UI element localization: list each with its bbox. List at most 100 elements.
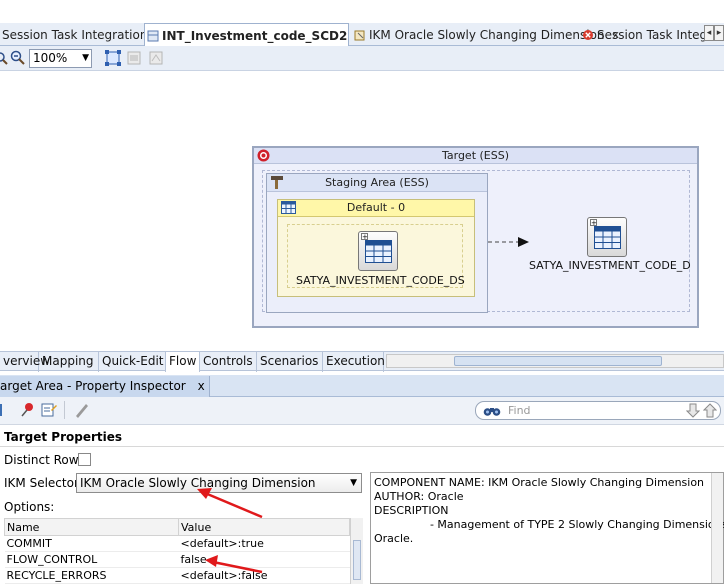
zoom-out-icon[interactable] (10, 50, 26, 69)
target-datastore-node[interactable]: + (587, 217, 627, 257)
ikm-selected-value: IKM Oracle Slowly Changing Dimension (80, 476, 316, 490)
target-title: Target (ESS) (441, 149, 510, 162)
arrange-icon[interactable] (149, 51, 163, 68)
tab-label: IKM Oracle Slowly Changing Dimension (369, 27, 605, 42)
staging-title: Staging Area (ESS) (325, 176, 429, 189)
zoom-in-icon[interactable] (0, 51, 8, 68)
diagram-canvas[interactable]: Target (ESS) Staging Area (ESS) Default … (0, 71, 724, 351)
pin-icon[interactable] (20, 402, 36, 421)
tab-session-task-integration[interactable]: Session Task Integration x (0, 23, 162, 46)
staging-area-header: Staging Area (ESS) (267, 174, 487, 192)
properties-edit-icon[interactable] (41, 402, 57, 421)
chevron-down-icon: ▼ (82, 53, 89, 63)
property-inspector-toolbar: Find (0, 397, 724, 425)
tab-ikm-oracle-scd[interactable]: IKM Oracle Slowly Changing Dimension x (352, 23, 619, 46)
property-inspector-body: Target Properties Distinct Rows: IKM Sel… (0, 425, 724, 584)
description-line: DESCRIPTION (374, 504, 449, 517)
default-dataset-header: Default - 0 (278, 200, 474, 217)
find-next-icon[interactable] (685, 403, 701, 421)
error-icon (582, 29, 594, 41)
datastore-table-icon (594, 226, 621, 249)
options-label: Options: (4, 500, 55, 514)
section-divider (0, 446, 724, 447)
table-header-row: Name Value (4, 518, 350, 536)
option-value[interactable]: <default>:true (178, 535, 350, 552)
tab-session-task-integration-2[interactable]: Session Task Integra (580, 23, 719, 46)
tab-overview[interactable]: verview (0, 352, 50, 372)
tab-execution[interactable]: Execution (323, 352, 385, 372)
odi-designer-window: Session Task Integration x INT_Investmen… (0, 0, 724, 584)
find-previous-icon[interactable] (702, 403, 718, 421)
layout-icon[interactable] (127, 51, 141, 68)
horizontal-scrollbar[interactable] (386, 354, 724, 368)
table-icon (281, 201, 296, 219)
tab-controls[interactable]: Controls (200, 352, 257, 372)
tab-label: Session Task Integration (2, 27, 148, 42)
description-line: AUTHOR: Oracle (374, 490, 464, 503)
tab-mapping[interactable]: Mapping (39, 352, 99, 372)
zoom-level-select[interactable]: 100% ▼ (29, 49, 92, 68)
default-title: Default - 0 (346, 201, 406, 214)
datastore-table-icon (365, 240, 392, 263)
toolbar-separator (64, 401, 65, 419)
table-row[interactable]: RECYCLE_ERRORS <default>:false (4, 567, 350, 584)
document-tab-bar: Session Task Integration x INT_Investmen… (0, 23, 724, 47)
expand-icon[interactable]: + (590, 219, 597, 227)
tab-int-investment-code-scd2[interactable]: INT_Investment_code_SCD2 x (144, 23, 362, 47)
tab-label: Session Task Integra (597, 27, 720, 42)
source-datastore-node[interactable]: + (358, 231, 398, 271)
tab-label: INT_Investment_code_SCD2 (162, 28, 348, 43)
find-input[interactable]: Find (475, 401, 721, 420)
section-title: Target Properties (4, 430, 123, 444)
target-datastore-group[interactable]: Target (ESS) Staging Area (ESS) Default … (252, 146, 699, 328)
options-table: Name Value COMMIT <default>:true FLOW_CO… (4, 518, 350, 584)
distinct-rows-label: Distinct Rows: (4, 453, 89, 467)
expand-icon[interactable]: + (361, 233, 368, 241)
edit-icon[interactable] (0, 403, 4, 420)
tab-scroll-buttons: ◂ ▸ (704, 25, 724, 41)
description-line: COMPONENT NAME: IKM Oracle Slowly Changi… (374, 476, 705, 489)
table-row[interactable]: FLOW_CONTROL false (4, 551, 350, 568)
knowledge-module-icon (354, 29, 366, 41)
description-scrollbar[interactable] (711, 473, 723, 583)
ikm-description-panel: COMPONENT NAME: IKM Oracle Slowly Changi… (370, 472, 724, 584)
option-value[interactable]: false (178, 551, 350, 568)
target-group-header: Target (ESS) (254, 148, 697, 164)
source-datastore-label: SATYA_INVESTMENT_CODE_DS (296, 274, 465, 287)
target-icon (257, 149, 270, 166)
tab-scroll-right-button[interactable]: ▸ (714, 25, 724, 41)
find-placeholder: Find (508, 404, 531, 417)
fit-to-window-icon[interactable] (105, 50, 121, 69)
ikm-selector-label: IKM Selector: (4, 476, 83, 490)
default-dataset-group[interactable]: Default - 0 + SATYA_INVESTMENT_CODE_DS (277, 199, 475, 297)
description-line: Oracle. (374, 532, 414, 545)
distinct-rows-checkbox[interactable] (78, 453, 91, 466)
tab-scenarios[interactable]: Scenarios (257, 352, 323, 372)
property-inspector-tab[interactable]: arget Area - Property Inspector x (0, 376, 210, 397)
hammer-icon (270, 175, 284, 194)
pencil-icon[interactable] (74, 402, 90, 421)
options-scrollbar[interactable] (350, 518, 363, 584)
scrollbar-thumb[interactable] (353, 540, 361, 580)
binoculars-icon (483, 404, 501, 420)
tab-scroll-left-button[interactable]: ◂ (704, 25, 714, 41)
chevron-down-icon: ▼ (350, 478, 357, 488)
option-value[interactable]: <default>:false (178, 567, 350, 584)
zoom-value: 100% (33, 51, 68, 65)
flow-arrow (488, 237, 529, 247)
close-icon[interactable]: x (198, 379, 205, 393)
staging-area-group[interactable]: Staging Area (ESS) Default - 0 + SATYA_I… (266, 173, 488, 313)
tab-quick-edit[interactable]: Quick-Edit (99, 352, 166, 372)
property-inspector-title: arget Area - Property Inspector (0, 379, 186, 393)
table-row[interactable]: COMMIT <default>:true (4, 535, 350, 552)
ikm-selector-dropdown[interactable]: IKM Oracle Slowly Changing Dimension ▼ (76, 473, 362, 493)
scrollbar-thumb[interactable] (454, 356, 662, 366)
interface-icon (147, 30, 159, 42)
description-line: - Management of TYPE 2 Slowly Changing D… (374, 518, 724, 531)
tab-flow[interactable]: Flow (166, 352, 200, 372)
option-name: COMMIT (4, 535, 179, 552)
option-name: RECYCLE_ERRORS (4, 567, 179, 584)
property-inspector-titlebar: arget Area - Property Inspector x (0, 375, 724, 397)
column-header-value[interactable]: Value (178, 518, 350, 536)
column-header-name[interactable]: Name (4, 518, 179, 536)
